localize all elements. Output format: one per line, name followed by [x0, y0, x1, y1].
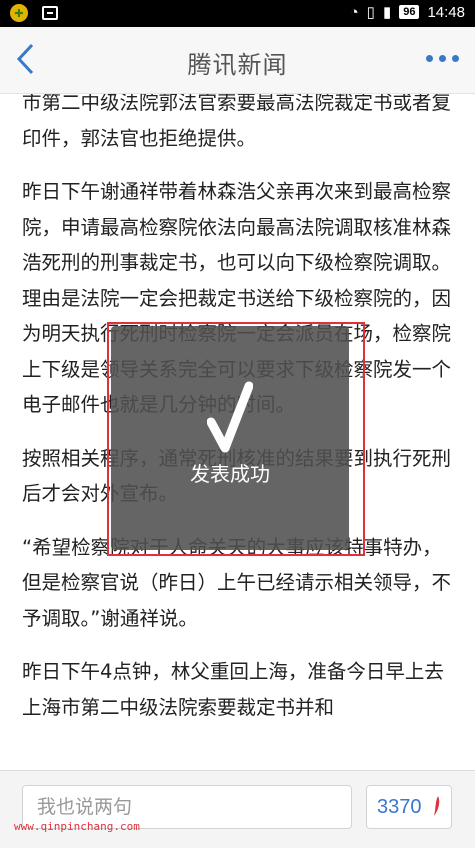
signal-icon: ▮	[382, 4, 392, 21]
more-menu-button[interactable]	[426, 55, 459, 62]
comment-count-button[interactable]: 3370	[366, 785, 452, 829]
highlight-box	[107, 322, 365, 556]
wifi-icon: ◔	[349, 3, 359, 21]
more-dot-icon	[452, 55, 459, 62]
comment-bar: 我也说两句 3370 www.qinpinchang.com	[0, 770, 475, 848]
screenshot-icon	[42, 6, 58, 20]
status-bar: ✚ ◔ ▯ ▮ 96 14:48	[0, 0, 475, 27]
app-notification-icon: ✚	[10, 4, 28, 22]
battery-indicator: 96	[399, 5, 420, 19]
article-paragraph: 昨日下午4点钟，林父重回上海，准备今日早上去上海市第二中级法院索要裁定书并和	[22, 660, 444, 719]
more-dot-icon	[439, 55, 446, 62]
navigation-bar: 腾讯新闻	[0, 27, 475, 94]
article-paragraph: 市第二中级法院郭法官索要最高法院裁定书或者复印件，郭法官也拒绝提供。	[22, 94, 452, 150]
clock: 14:48	[427, 3, 465, 21]
sim-icon: ▯	[366, 4, 375, 21]
watermark-text: www.qinpinchang.com	[14, 820, 140, 833]
more-dot-icon	[426, 55, 433, 62]
chili-pepper-icon	[434, 796, 440, 816]
comment-count: 3370	[377, 796, 422, 818]
page-title: 腾讯新闻	[187, 51, 288, 79]
